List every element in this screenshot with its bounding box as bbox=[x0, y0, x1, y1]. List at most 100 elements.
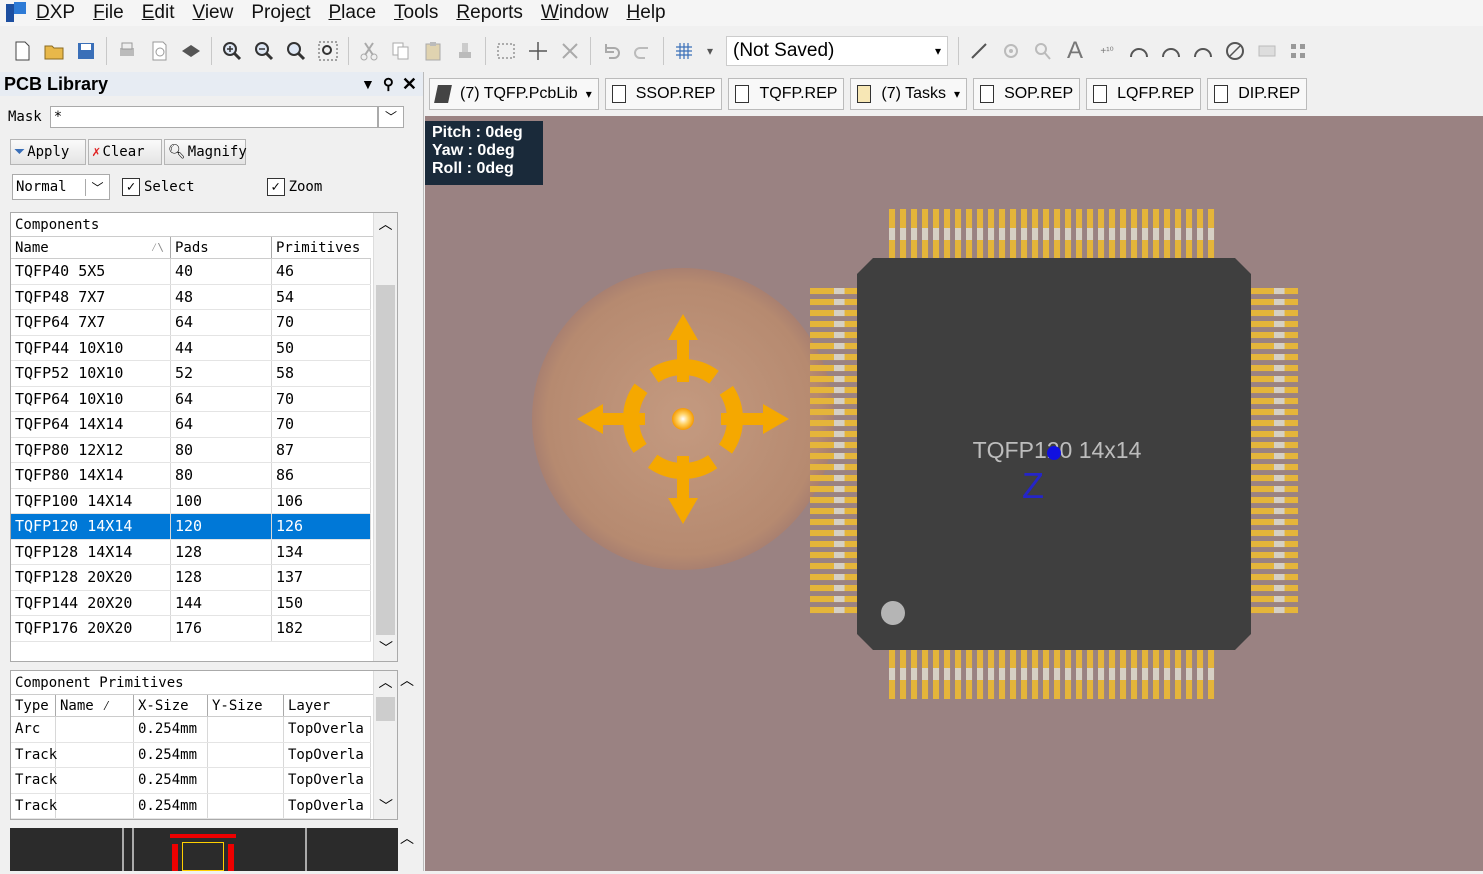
menu-item-file[interactable]: File bbox=[84, 0, 133, 26]
chevron-down-icon[interactable]: ▾ bbox=[954, 87, 960, 101]
panel-menu-icon[interactable]: ▼ bbox=[361, 76, 375, 92]
pcb-3d-view[interactable]: TQFP120 14x14 Z bbox=[425, 116, 1483, 871]
document-tab[interactable]: SSOP.REP bbox=[604, 78, 723, 110]
arc-any-icon[interactable] bbox=[1190, 38, 1216, 64]
pad-tool-icon[interactable] bbox=[998, 38, 1024, 64]
print-icon[interactable] bbox=[114, 38, 140, 64]
select-area-icon[interactable] bbox=[493, 38, 519, 64]
component-row[interactable]: TQFP128 14X14 128 134 bbox=[11, 539, 371, 565]
array-paste-icon[interactable] bbox=[1286, 38, 1312, 64]
cut-icon[interactable] bbox=[356, 38, 382, 64]
column-header-type[interactable]: Type bbox=[11, 695, 56, 716]
grid-icon[interactable] bbox=[671, 38, 697, 64]
scroll-down-icon[interactable]: ﹀ bbox=[374, 637, 398, 661]
close-icon[interactable]: ✕ bbox=[402, 74, 417, 95]
menu-item-window[interactable]: Window bbox=[532, 0, 618, 26]
component-row[interactable]: TQFP144 20X20 144 150 bbox=[11, 590, 371, 616]
pin-icon[interactable]: ⚲ bbox=[383, 75, 394, 93]
component-row[interactable]: TQFP48 7X7 48 54 bbox=[11, 284, 371, 310]
print-preview-icon[interactable] bbox=[146, 38, 172, 64]
column-header-x-size[interactable]: X-Size bbox=[134, 695, 208, 716]
primitive-row[interactable]: Track 0.254mm TopOverla bbox=[11, 768, 371, 794]
primitives-scrollbar[interactable]: ︿ ﹀ bbox=[373, 671, 397, 819]
view-navigation-control[interactable] bbox=[532, 268, 834, 570]
move-icon[interactable] bbox=[525, 38, 551, 64]
section-collapse-icon[interactable]: ︿ bbox=[400, 670, 414, 690]
component-row[interactable]: TQFP80 14X14 80 86 bbox=[11, 463, 371, 489]
variant-combo[interactable]: (Not Saved) ▾ bbox=[726, 36, 948, 66]
column-header-name[interactable]: Name ⁄\ bbox=[11, 237, 171, 258]
zoom-in-icon[interactable] bbox=[219, 38, 245, 64]
components-scrollbar[interactable]: ︿ ﹀ bbox=[373, 213, 397, 661]
deselect-icon[interactable] bbox=[557, 38, 583, 64]
component-row[interactable]: TQFP80 12X12 80 87 bbox=[11, 437, 371, 463]
component-row[interactable]: TQFP40 5X5 40 46 bbox=[11, 259, 371, 285]
menu-item-edit[interactable]: Edit bbox=[133, 0, 184, 26]
document-tab[interactable]: (7) Tasks ▾ bbox=[850, 78, 968, 110]
arc-edge-icon[interactable] bbox=[1158, 38, 1184, 64]
open-folder-icon[interactable] bbox=[41, 38, 67, 64]
menu-item-reports[interactable]: Reports bbox=[447, 0, 532, 26]
layer-stack-icon[interactable] bbox=[178, 38, 204, 64]
menu-item-place[interactable]: Place bbox=[319, 0, 385, 26]
chevron-down-icon[interactable]: ▾ bbox=[586, 87, 592, 101]
zoom-checkbox[interactable]: ✓ Zoom bbox=[266, 178, 322, 196]
component-row[interactable]: TQFP64 10X10 64 70 bbox=[11, 386, 371, 412]
new-document-icon[interactable] bbox=[9, 38, 35, 64]
component-row[interactable]: TQFP176 20X20 176 182 bbox=[11, 616, 371, 642]
menu-item-dxp[interactable]: DXP bbox=[32, 0, 84, 26]
dxp-logo-icon[interactable] bbox=[6, 2, 32, 24]
component-row[interactable]: TQFP44 10X10 44 50 bbox=[11, 335, 371, 361]
save-icon[interactable] bbox=[73, 38, 99, 64]
primitive-row[interactable]: Track 0.254mm TopOverla bbox=[11, 793, 371, 819]
menu-item-help[interactable]: Help bbox=[618, 0, 675, 26]
scroll-thumb[interactable] bbox=[376, 697, 395, 721]
component-row[interactable]: TQFP120 14X14 120 126 bbox=[11, 514, 371, 540]
zoom-out-icon[interactable] bbox=[251, 38, 277, 64]
menu-item-project[interactable]: Project bbox=[242, 0, 319, 26]
chevron-down-icon[interactable]: ▾ bbox=[703, 38, 717, 64]
column-header-primitives[interactable]: Primitives bbox=[272, 237, 371, 258]
select-checkbox[interactable]: ✓ Select bbox=[122, 178, 195, 196]
undo-icon[interactable] bbox=[598, 38, 624, 64]
navigation-center-icon[interactable] bbox=[672, 408, 694, 430]
scroll-down-icon[interactable]: ﹀ bbox=[374, 795, 398, 819]
fill-icon[interactable] bbox=[1254, 38, 1280, 64]
document-tab[interactable]: LQFP.REP bbox=[1086, 78, 1202, 110]
scroll-up-icon[interactable]: ︿ bbox=[374, 671, 397, 695]
primitive-row[interactable]: Track 0.254mm TopOverla bbox=[11, 742, 371, 768]
document-tab[interactable]: SOP.REP bbox=[973, 78, 1081, 110]
scroll-up-icon[interactable]: ︿ bbox=[374, 213, 397, 237]
string-tool-icon[interactable]: A bbox=[1062, 37, 1088, 64]
column-header-pads[interactable]: Pads bbox=[171, 237, 272, 258]
component-row[interactable]: TQFP64 7X7 64 70 bbox=[11, 310, 371, 336]
arc-center-icon[interactable] bbox=[1126, 38, 1152, 64]
component-row[interactable]: TQFP64 14X14 64 70 bbox=[11, 412, 371, 438]
via-tool-icon[interactable] bbox=[1030, 38, 1056, 64]
zoom-fit-icon[interactable] bbox=[283, 38, 309, 64]
document-tab[interactable]: TQFP.REP bbox=[728, 78, 845, 110]
component-row[interactable]: TQFP128 20X20 128 137 bbox=[11, 565, 371, 591]
section-collapse-icon[interactable]: ︿ bbox=[400, 828, 414, 848]
redo-icon[interactable] bbox=[630, 38, 656, 64]
paste-icon[interactable] bbox=[420, 38, 446, 64]
primitive-row[interactable]: Arc 0.254mm TopOverla bbox=[11, 717, 371, 743]
magnify-button[interactable]: 🔍︎ Magnify bbox=[164, 139, 247, 165]
column-header-y-size[interactable]: Y-Size bbox=[208, 695, 284, 716]
zoom-area-icon[interactable] bbox=[315, 38, 341, 64]
clear-button[interactable]: ✗ Clear bbox=[88, 139, 162, 165]
column-header-layer[interactable]: Layer bbox=[284, 695, 371, 716]
component-row[interactable]: TQFP100 14X14 100 106 bbox=[11, 488, 371, 514]
menu-item-view[interactable]: View bbox=[183, 0, 242, 26]
full-circle-icon[interactable] bbox=[1222, 38, 1248, 64]
column-header-prim-name[interactable]: Name ⁄ bbox=[56, 695, 134, 716]
mask-input[interactable]: * bbox=[49, 106, 379, 128]
component-row[interactable]: TQFP52 10X10 52 58 bbox=[11, 361, 371, 387]
line-tool-icon[interactable] bbox=[966, 38, 992, 64]
scroll-thumb[interactable] bbox=[376, 285, 395, 635]
mask-dropdown-button[interactable]: ﹀ bbox=[378, 106, 404, 128]
coordinate-tool-icon[interactable]: +¹⁰ bbox=[1094, 38, 1120, 64]
document-tab[interactable]: (7) TQFP.PcbLib ▾ bbox=[429, 78, 599, 110]
document-tab[interactable]: DIP.REP bbox=[1207, 78, 1308, 110]
apply-button[interactable]: ⏷ Apply bbox=[10, 139, 86, 165]
